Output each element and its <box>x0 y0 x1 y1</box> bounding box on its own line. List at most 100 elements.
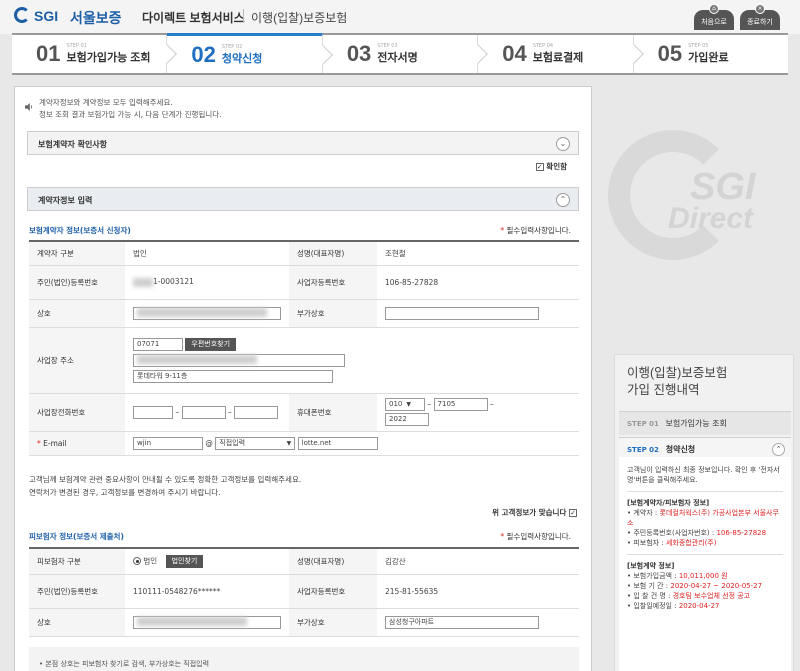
insured-section-title: 피보험자 정보(보증서 제출처) <box>29 532 124 541</box>
step-4: 04 STEP 04 보험료결제 <box>478 35 644 73</box>
insured-footnote: • 본점 상호는 피보험자 찾기로 검색, 부가상호는 직접입력 <box>29 647 579 671</box>
corporate-radio-label: 법인 <box>143 556 158 566</box>
panel-title-line-2: 가입 진행내역 <box>627 383 700 397</box>
insured-subname-input[interactable]: 삼성청구아파트 <box>385 615 539 629</box>
email-at: @ <box>205 438 213 447</box>
confirm-checkbox-row[interactable]: ✓ 확인함 <box>535 161 567 172</box>
table-row: 사업장 주소 07071 우편번호찾기 롯데타워 9-11층 <box>29 327 579 394</box>
logo-en: SGI <box>34 8 59 24</box>
panel-item-amount: • 보험가입금액 : 10,011,000 원 <box>627 572 728 580</box>
step-1: 01 STEP 01 보험가입가능 조회 <box>12 35 178 73</box>
phone-input-3[interactable] <box>234 405 279 419</box>
notice-line-1: 계약자정보와 계약정보 모두 입력해주세요. <box>39 98 173 107</box>
panel-group-1: [보험계약자/피보험자 정보] <box>627 499 710 507</box>
panel-step-1[interactable]: STEP 01 보험가입가능 조회 <box>619 411 791 435</box>
step-2: 02 STEP 02 청약신청 <box>167 33 333 73</box>
mobile-prefix-select[interactable]: 010 ▼ <box>385 398 425 411</box>
step-indicator: 01 STEP 01 보험가입가능 조회 02 STEP 02 청약신청 03 ST… <box>12 33 788 75</box>
confirm-section-header[interactable]: 보험계약자 확인사항 ⌄ <box>27 131 579 155</box>
insured-subname-label: 부가상호 <box>289 608 377 637</box>
subname-cell <box>377 299 579 328</box>
corporate-radio[interactable] <box>133 557 141 566</box>
table-row: * E-mail wjin @ 직접입력 ▼ lotte.net <box>29 431 579 456</box>
find-corporation-button[interactable]: 법인찾기 <box>165 554 204 568</box>
panel-item-period: • 보험 기 간 : 2020-04-27 ~ 2020-05-27 <box>627 582 763 590</box>
mobile-cell: 010 ▼ – 7105 – 2022 <box>377 393 579 432</box>
phone-input-2[interactable] <box>181 405 226 419</box>
insured-table: 피보험자 구분 법인 법인찾기 성명(대표자명) 김강산 주민(법인)등록번호 … <box>29 547 579 637</box>
info-text: 고객님께 보험계약 관련 중요사항이 안내될 수 있도록 정확한 고객정보를 입… <box>29 473 301 499</box>
company-label: 상호 <box>29 299 125 328</box>
company-input[interactable] <box>133 306 281 320</box>
email-domain-select[interactable]: 직접입력 ▼ <box>215 436 296 450</box>
email-domain-input[interactable]: lotte.net <box>297 436 378 450</box>
confirm-section-title: 보험계약자 확인사항 <box>38 140 108 149</box>
address-label: 사업장 주소 <box>29 327 125 394</box>
step-number: 02 <box>191 41 216 67</box>
insured-name-label: 성명(대표자명) <box>289 547 377 575</box>
mobile-input-3[interactable]: 2022 <box>385 413 429 426</box>
subname-input[interactable] <box>385 306 539 320</box>
step-name: 가입완료 <box>688 52 729 64</box>
mobile-prefix-value: 010 <box>389 400 403 408</box>
table-row: 주민(법인)등록번호 1-0003121 사업자등록번호 106-85-2782… <box>29 265 579 300</box>
chevron-up-icon[interactable]: ⌃ <box>556 193 570 207</box>
phone-input-1[interactable] <box>133 405 173 419</box>
verify-checkbox[interactable]: ✓ <box>569 509 577 517</box>
address-cell: 07071 우편번호찾기 롯데타워 9-11층 <box>125 327 579 394</box>
step-name: 보험가입가능 조회 <box>66 52 151 64</box>
biz-label: 사업자등록번호 <box>289 265 377 300</box>
insured-name-value: 김강산 <box>377 547 579 575</box>
address-input[interactable] <box>133 353 345 367</box>
required-note-2: * 필수입력사항입니다. <box>500 532 571 541</box>
type-label: 계약자 구분 <box>29 240 125 266</box>
table-row: 피보험자 구분 법인 법인찾기 성명(대표자명) 김강산 <box>29 547 579 575</box>
contractor-section-header[interactable]: 계약자정보 입력 ⌃ <box>27 187 579 211</box>
panel-title: 이행(입찰)보증보험 가입 진행내역 <box>627 365 727 399</box>
dropdown-icon: ▼ <box>406 401 411 408</box>
email-cell: wjin @ 직접입력 ▼ lotte.net <box>125 431 579 456</box>
insured-company-label: 상호 <box>29 608 125 637</box>
rrn-label: 주민(법인)등록번호 <box>29 265 125 300</box>
insured-biz-value: 215-81-55635 <box>377 574 579 609</box>
applicant-table: 계약자 구분 법인 성명(대표자명) 조현철 주민(법인)등록번호 1-0003… <box>29 240 579 456</box>
verify-row[interactable]: 위 고객정보가 맞습니다 ✓ <box>492 507 577 518</box>
chevron-down-icon[interactable]: ⌄ <box>556 137 570 151</box>
zip-search-button[interactable]: 우편번호찾기 <box>185 337 237 351</box>
panel-item-rrn: • 주민등록번호(사업자번호) : 106-85-27828 <box>627 529 767 537</box>
biz-value: 106-85-27828 <box>377 265 579 300</box>
insured-company-input[interactable] <box>133 615 281 629</box>
notice: 계약자정보와 계약정보 모두 입력해주세요. 정보 조회 결과 보험가입 가능 … <box>25 97 222 121</box>
address-detail-input[interactable]: 롯데타워 9-11층 <box>133 369 333 383</box>
title-divider <box>243 9 244 23</box>
step-number: 04 <box>502 41 527 66</box>
mobile-input-2[interactable]: 7105 <box>433 398 488 411</box>
panel-title-line-1: 이행(입찰)보증보험 <box>627 366 728 380</box>
info-line-1: 고객님께 보험계약 관련 중요사항이 안내될 수 있도록 정확한 고객정보를 입… <box>29 475 302 484</box>
email-id-input[interactable]: wjin <box>133 436 203 450</box>
panel-step-tag: STEP 02 <box>627 446 659 454</box>
table-row: 상호 부가상호 <box>29 299 579 328</box>
required-note-text: 필수입력사항입니다. <box>506 226 571 235</box>
step-name: 전자서명 <box>377 52 418 64</box>
table-row: 사업장전화번호 – – 휴대폰번호 010 ▼ – 7105 – 2022 <box>29 393 579 432</box>
home-button[interactable]: ⌂ 처음으로 <box>694 4 734 30</box>
step-number: 03 <box>346 41 372 66</box>
rrn-value: 1-0003121 <box>153 277 194 287</box>
email-domain-select-value: 직접입력 <box>219 438 246 447</box>
phone-label: 사업장전화번호 <box>29 393 125 432</box>
info-line-2: 연락처가 변경된 경우, 고객정보를 변경하여 주시기 바랍니다. <box>29 488 221 497</box>
panel-step-name: 청약신청 <box>665 445 696 454</box>
chevron-up-icon[interactable]: ⌃ <box>772 443 785 456</box>
step-5: 05 STEP 05 가입완료 <box>634 35 788 73</box>
exit-button[interactable]: × 종료하기 <box>740 4 780 30</box>
sgi-direct-watermark: SGI Direct <box>608 130 788 270</box>
step-name: 청약신청 <box>221 52 263 65</box>
panel-item-insured: • 피보험자 : 세화종합관리(주) <box>627 539 717 547</box>
verify-label: 위 고객정보가 맞습니다 <box>492 508 567 517</box>
table-row: 주민(법인)등록번호 110111-0548276****** 사업자등록번호 … <box>29 574 579 609</box>
confirm-checkbox[interactable]: ✓ <box>535 163 544 171</box>
panel-group-2: [보험계약 정보] <box>627 562 675 570</box>
service-title: 다이렉트 보험서비스 <box>142 11 245 25</box>
zip-input[interactable]: 07071 <box>133 337 183 351</box>
